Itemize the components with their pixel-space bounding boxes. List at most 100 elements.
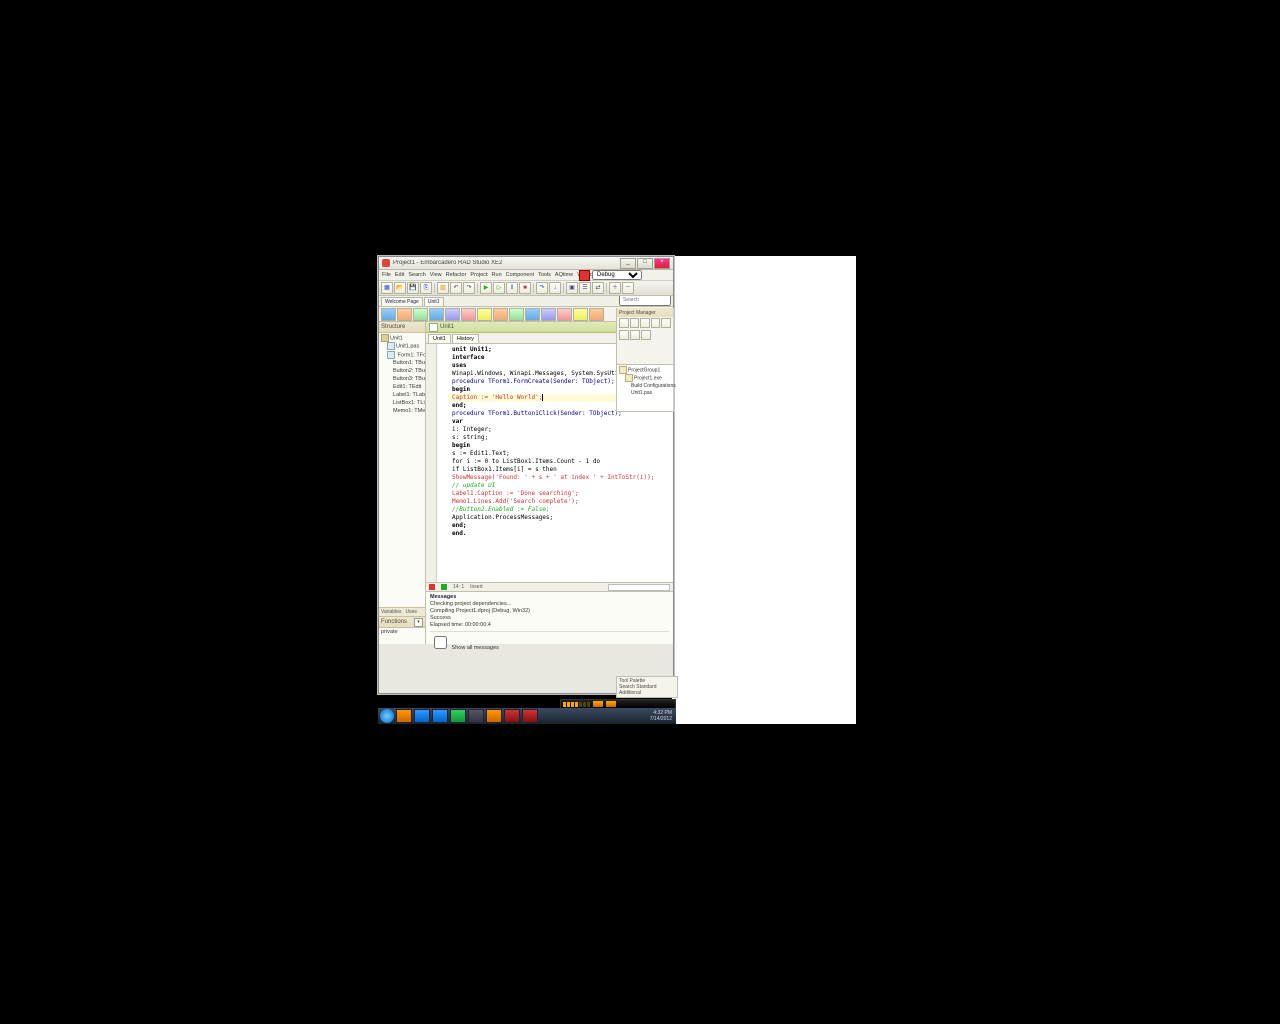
comp-icon[interactable] xyxy=(557,308,572,321)
addfile-icon[interactable]: ＋ xyxy=(609,282,621,294)
separator xyxy=(477,283,478,293)
msg-line: Success xyxy=(430,615,669,622)
undo-icon[interactable]: ↶ xyxy=(450,282,462,294)
run-nodebug-icon[interactable]: ▷ xyxy=(493,282,505,294)
menu-edit[interactable]: Edit xyxy=(395,272,404,278)
msg-line: Checking project dependencies... xyxy=(430,601,669,608)
menu-project[interactable]: Project xyxy=(470,272,487,278)
separator xyxy=(563,283,564,293)
windows-taskbar[interactable]: 4:32 PM 7/14/2012 xyxy=(378,708,676,724)
comp-icon[interactable] xyxy=(573,308,588,321)
comp-icon[interactable] xyxy=(525,308,540,321)
minimize-button[interactable]: _ xyxy=(620,258,636,269)
taskbar-app[interactable] xyxy=(486,709,502,723)
comp-icon[interactable] xyxy=(509,308,524,321)
menu-aqtime[interactable]: AQtime xyxy=(555,272,573,278)
menu-search[interactable]: Search xyxy=(408,272,425,278)
config-select[interactable]: Debug xyxy=(592,270,642,280)
titlebar[interactable]: Project1 - Embarcadero RAD Studio XE2 _ … xyxy=(379,257,673,270)
comp-icon[interactable] xyxy=(589,308,604,321)
start-button[interactable] xyxy=(380,709,394,723)
tool-palette[interactable]: Tool Palette Search Standard Additional xyxy=(616,676,678,698)
object-inspector[interactable]: private xyxy=(379,628,425,644)
pm-remove-icon[interactable] xyxy=(640,318,650,328)
redo-icon[interactable]: ↷ xyxy=(463,282,475,294)
pm-gear-icon[interactable] xyxy=(641,330,651,340)
messages-panel[interactable]: Messages Checking project dependencies..… xyxy=(426,591,673,644)
menu-component[interactable]: Component xyxy=(506,272,534,278)
pause-icon[interactable]: ‖ xyxy=(506,282,518,294)
taskbar-app[interactable] xyxy=(450,709,466,723)
menu-run[interactable]: Run xyxy=(492,272,502,278)
msg-line: Compiling Project1.dproj (Debug, Win32) xyxy=(430,608,669,615)
comp-icon[interactable] xyxy=(493,308,508,321)
view-unit-icon[interactable]: ☰ xyxy=(579,282,591,294)
menu-file[interactable]: File xyxy=(382,272,391,278)
media-button[interactable] xyxy=(593,701,603,707)
comp-icon[interactable] xyxy=(429,308,444,321)
comp-icon[interactable] xyxy=(413,308,428,321)
structure-tree[interactable]: Unit1 Unit1.pas Form1: TForm1 Button1: T… xyxy=(379,333,425,607)
taskbar-app[interactable] xyxy=(414,709,430,723)
gutter xyxy=(426,344,437,582)
app-icon xyxy=(382,259,390,267)
show-all-checkbox[interactable] xyxy=(434,636,447,649)
taskbar-app[interactable] xyxy=(468,709,484,723)
pm-compile-icon[interactable] xyxy=(630,330,640,340)
structure-header[interactable]: Structure xyxy=(379,322,425,333)
view-form-icon[interactable]: ▣ xyxy=(566,282,578,294)
dropdown-icon[interactable]: ▾ xyxy=(414,618,423,627)
saveall-icon[interactable]: ⎘ xyxy=(420,282,432,294)
object-inspector-header[interactable]: Functions▾ xyxy=(379,616,425,628)
pm-sync-icon[interactable] xyxy=(661,318,671,328)
comp-icon[interactable] xyxy=(397,308,412,321)
comp-icon[interactable] xyxy=(381,308,396,321)
toggle-icon[interactable]: ⇄ xyxy=(592,282,604,294)
stop-icon[interactable] xyxy=(579,270,590,281)
tab-history[interactable]: History xyxy=(452,334,479,343)
menu-refactor[interactable]: Refactor xyxy=(446,272,467,278)
pm-header[interactable]: Project Manager xyxy=(617,308,673,317)
search-input[interactable] xyxy=(619,296,671,306)
pm-tree[interactable]: ProjectGroup1 Project1.exe Build Configu… xyxy=(617,365,673,411)
pm-toolbar2 xyxy=(617,329,673,341)
folder-icon[interactable]: ▥ xyxy=(437,282,449,294)
comp-icon[interactable] xyxy=(461,308,476,321)
taskbar-app[interactable] xyxy=(432,709,448,723)
save-icon[interactable]: 💾 xyxy=(407,282,419,294)
tab-welcome[interactable]: Welcome Page xyxy=(381,297,423,306)
tab-code[interactable]: Unit1 xyxy=(428,334,451,343)
comp-icon[interactable] xyxy=(477,308,492,321)
run-icon[interactable]: ▶ xyxy=(480,282,492,294)
tab-unit1[interactable]: Unit1 xyxy=(424,297,444,306)
remove-icon[interactable]: － xyxy=(622,282,634,294)
stepover-icon[interactable]: ↷ xyxy=(536,282,548,294)
pm-new-icon[interactable] xyxy=(619,318,629,328)
stop-run-icon[interactable]: ■ xyxy=(519,282,531,294)
tool-palette-categories[interactable]: Search Standard Additional xyxy=(619,684,675,696)
media-button[interactable] xyxy=(606,701,616,707)
taskbar-app[interactable] xyxy=(504,709,520,723)
new-icon[interactable]: ▦ xyxy=(381,282,393,294)
system-tray[interactable]: 4:32 PM 7/14/2012 xyxy=(650,710,674,722)
pm-view-icon[interactable] xyxy=(651,318,661,328)
pm-build-icon[interactable] xyxy=(619,330,629,340)
stepinto-icon[interactable]: ↓ xyxy=(549,282,561,294)
comp-icon[interactable] xyxy=(445,308,460,321)
desktop-tabs: Welcome Page Unit1 xyxy=(379,296,673,307)
show-all-label: Show all messages xyxy=(452,645,499,651)
menu-tools[interactable]: Tools xyxy=(538,272,551,278)
structure-tabs[interactable]: VariablesUses xyxy=(379,607,425,616)
menu-view[interactable]: View xyxy=(430,272,442,278)
error-led-icon xyxy=(429,584,435,590)
editor-statusbar: 14: 1 Insert xyxy=(426,582,673,591)
project-manager: Project Manager xyxy=(617,308,673,365)
comp-icon[interactable] xyxy=(541,308,556,321)
taskbar-app[interactable] xyxy=(396,709,412,723)
pm-add-icon[interactable] xyxy=(630,318,640,328)
taskbar-app[interactable] xyxy=(522,709,538,723)
close-button[interactable]: × xyxy=(654,258,670,269)
tray-date: 7/14/2012 xyxy=(650,716,672,722)
open-icon[interactable]: 📂 xyxy=(394,282,406,294)
maximize-button[interactable]: □ xyxy=(637,258,653,269)
